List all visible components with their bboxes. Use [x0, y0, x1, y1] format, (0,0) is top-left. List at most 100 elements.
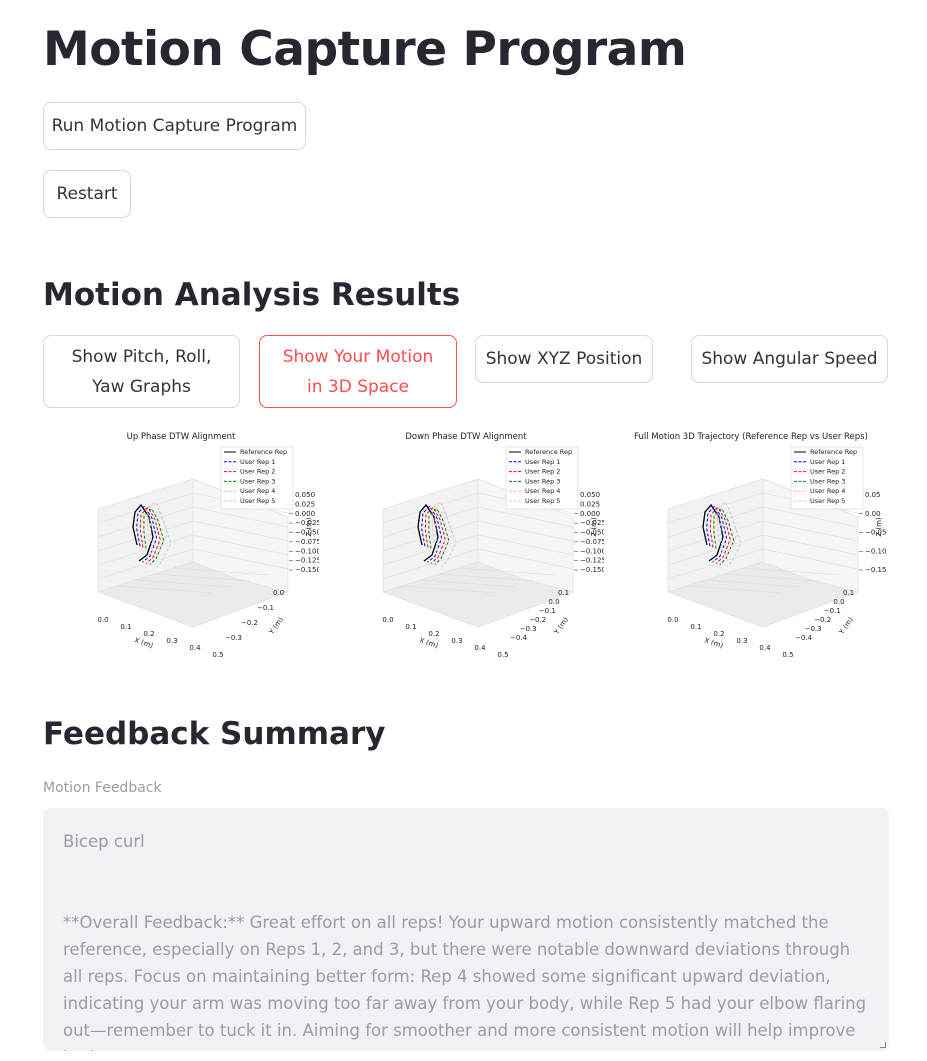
y-tick-label: −0.2 [814, 616, 831, 624]
chart-title: Up Phase DTW Alignment [127, 432, 236, 442]
legend-label: User Rep 4 [525, 487, 560, 495]
x-tick-label: 0.1 [405, 623, 416, 631]
x-axis-label: X (m) [133, 636, 154, 650]
x-tick-label: 0.0 [382, 616, 393, 624]
z-tick-label: −0.075 [295, 538, 319, 546]
tab-3d-space[interactable]: Show Your Motion in 3D Space [259, 335, 457, 408]
y-tick-label: −0.1 [539, 607, 556, 615]
y-tick-label: −0.3 [520, 625, 537, 633]
x-tick-label: 0.1 [120, 623, 131, 631]
z-tick-label: −0.10 [865, 547, 886, 555]
z-tick-label: 0.000 [580, 510, 600, 518]
z-tick-label: −0.125 [295, 557, 319, 565]
z-tick-label: 0.05 [865, 491, 881, 499]
z-tick-label: −0.15 [865, 566, 886, 574]
x-tick-label: 0.0 [97, 616, 108, 624]
x-tick-label: 0.5 [212, 651, 223, 659]
chart-title: Full Motion 3D Trajectory (Reference Rep… [634, 432, 868, 442]
y-tick-label: −0.3 [805, 625, 822, 633]
y-tick-label: 0.0 [833, 598, 844, 606]
chart-full-motion-svg: Full Motion 3D Trajectory (Reference Rep… [634, 432, 886, 659]
y-tick-label: 0.1 [843, 589, 854, 597]
feedback-heading: Feedback Summary [43, 716, 386, 752]
z-tick-label: −0.150 [580, 566, 604, 574]
run-motion-capture-button[interactable]: Run Motion Capture Program [43, 102, 306, 150]
z-axis-label: Z (m) [305, 517, 313, 537]
x-tick-label: 0.5 [497, 651, 508, 659]
chart-up-phase: Up Phase DTW Alignment 0.0 0.1 0.2 0.3 0.4 0.5… [43, 427, 319, 662]
x-tick-label: 0.1 [690, 623, 701, 631]
legend-label: User Rep 1 [240, 458, 275, 466]
z-tick-label: −0.150 [295, 566, 319, 574]
z-tick-label: 0.025 [580, 500, 600, 508]
y-tick-label: −0.4 [510, 634, 528, 642]
x-tick-label: 0.5 [782, 651, 793, 659]
charts-row: Up Phase DTW Alignment 0.0 0.1 0.2 0.3 0.4 0.5… [43, 427, 889, 667]
legend-label: User Rep 4 [240, 487, 275, 495]
legend-label: User Rep 1 [525, 458, 560, 466]
tab-angular-speed[interactable]: Show Angular Speed [691, 335, 888, 383]
x-tick-label: 0.2 [143, 630, 154, 638]
z-tick-label: 0.025 [295, 500, 315, 508]
chart-down-phase: Down Phase DTW Alignment 0.0 0.1 0.2 0.3 0.4 0… [328, 427, 604, 662]
chart-full-motion: Full Motion 3D Trajectory (Reference Rep… [613, 427, 889, 662]
legend-label: User Rep 5 [240, 497, 275, 505]
chart-title: Down Phase DTW Alignment [405, 432, 527, 442]
legend-label: User Rep 1 [810, 458, 845, 466]
z-tick-label: −0.125 [580, 557, 604, 565]
resize-grip-icon[interactable] [880, 1042, 886, 1048]
legend-label: User Rep 5 [810, 497, 845, 505]
tab-pitch-roll-yaw[interactable]: Show Pitch, Roll, Yaw Graphs [43, 335, 240, 408]
x-tick-label: 0.0 [667, 616, 678, 624]
z-axis-label: Z (m) [875, 517, 883, 537]
chart-up-phase-svg: Up Phase DTW Alignment 0.0 0.1 0.2 0.3 0.4 0.5… [97, 432, 319, 659]
legend-label: User Rep 3 [525, 477, 560, 485]
legend-label: User Rep 2 [525, 468, 560, 476]
x-tick-label: 0.2 [428, 630, 439, 638]
feedback-textarea[interactable]: Bicep curl **Overall Feedback:** Great e… [43, 808, 889, 1051]
x-tick-label: 0.4 [474, 644, 486, 652]
y-tick-label: −0.2 [241, 619, 258, 627]
legend-label: User Rep 4 [810, 487, 845, 495]
z-axis-label: Z (m) [590, 517, 598, 537]
feedback-text: Bicep curl **Overall Feedback:** Great e… [63, 832, 867, 1051]
x-tick-label: 0.2 [713, 630, 724, 638]
chart-down-phase-svg: Down Phase DTW Alignment 0.0 0.1 0.2 0.3 0.4 0… [382, 432, 604, 659]
z-tick-label: 0.00 [865, 510, 881, 518]
y-tick-label: −0.2 [529, 616, 546, 624]
y-tick-label: −0.1 [257, 604, 274, 612]
page-title: Motion Capture Program [43, 22, 687, 77]
x-tick-label: 0.3 [451, 637, 462, 645]
tab-xyz-position[interactable]: Show XYZ Position [475, 335, 653, 383]
x-tick-label: 0.4 [759, 644, 771, 652]
legend-label: User Rep 2 [240, 468, 275, 476]
x-tick-label: 0.3 [166, 637, 177, 645]
legend-label: Reference Rep [810, 448, 857, 456]
y-tick-label: 0.0 [273, 589, 284, 597]
z-tick-label: −0.075 [580, 538, 604, 546]
legend-label: User Rep 2 [810, 468, 845, 476]
x-axis-label: X (m) [418, 636, 439, 650]
analysis-heading: Motion Analysis Results [43, 277, 461, 313]
legend-label: User Rep 3 [240, 477, 275, 485]
feedback-label: Motion Feedback [43, 780, 162, 796]
legend-label: Reference Rep [525, 448, 572, 456]
y-tick-label: −0.4 [795, 634, 813, 642]
x-axis-label: X (m) [703, 636, 724, 650]
z-tick-label: 0.000 [295, 510, 315, 518]
z-tick-label: 0.050 [295, 491, 315, 499]
z-tick-label: 0.050 [580, 491, 600, 499]
legend-label: Reference Rep [240, 448, 287, 456]
restart-button[interactable]: Restart [43, 170, 131, 218]
z-tick-label: −0.100 [295, 547, 319, 555]
y-axis-label: Y (m) [552, 616, 570, 637]
legend-label: User Rep 3 [810, 477, 845, 485]
y-tick-label: −0.1 [824, 607, 841, 615]
z-tick-label: −0.100 [580, 547, 604, 555]
y-tick-label: −0.3 [225, 634, 242, 642]
x-tick-label: 0.4 [189, 644, 201, 652]
y-axis-label: Y (m) [837, 616, 855, 637]
y-tick-label: 0.0 [548, 598, 559, 606]
x-tick-label: 0.3 [736, 637, 747, 645]
y-axis-label: Y (m) [267, 616, 285, 637]
